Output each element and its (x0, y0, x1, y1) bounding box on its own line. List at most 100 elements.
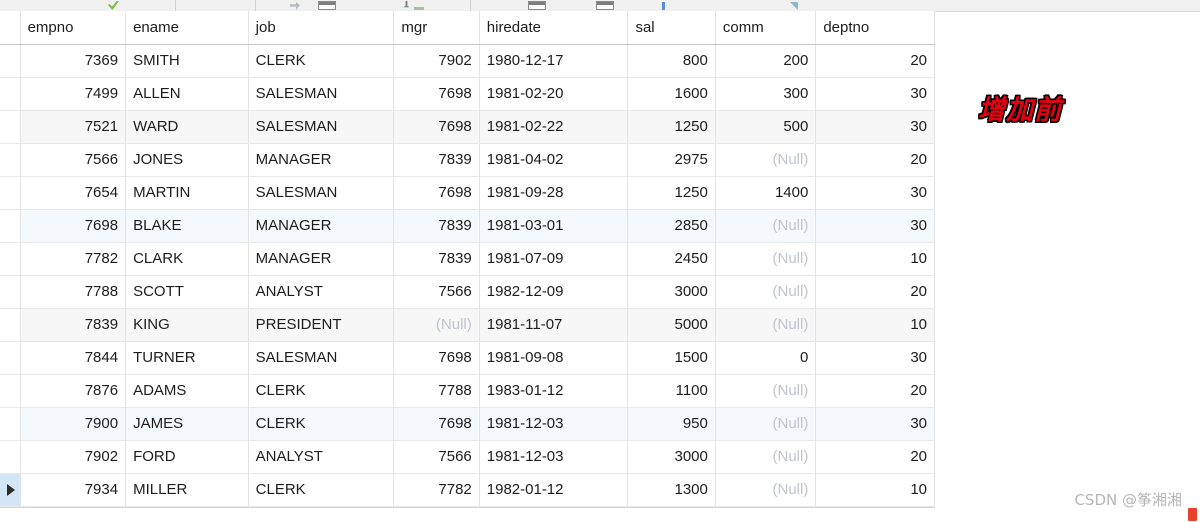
cell-job[interactable]: SALESMAN (248, 110, 395, 144)
cell-hiredate[interactable]: 1982-01-12 (479, 473, 629, 507)
cell-job[interactable]: CLERK (248, 44, 395, 78)
table-row[interactable]: 7902 FORD ANALYST 7566 1981-12-03 3000 (Null) 2… (0, 440, 935, 474)
cell-comm[interactable]: (Null) (715, 275, 817, 309)
cell-sal[interactable]: 2975 (627, 143, 716, 177)
grid-window-2-icon[interactable] (596, 1, 614, 10)
cell-hiredate[interactable]: 1981-11-07 (479, 308, 629, 342)
cell-deptno[interactable]: 30 (815, 407, 935, 441)
cell-empno[interactable]: 7788 (20, 275, 127, 309)
cell-sal[interactable]: 5000 (627, 308, 716, 342)
cell-ename[interactable]: ADAMS (125, 374, 249, 408)
cell-sal[interactable]: 3000 (627, 440, 716, 474)
cell-comm[interactable]: 500 (715, 110, 817, 144)
cell-ename[interactable]: KING (125, 308, 249, 342)
cell-hiredate[interactable]: 1983-01-12 (479, 374, 629, 408)
cell-job[interactable]: PRESIDENT (248, 308, 395, 342)
table-row[interactable]: 7900 JAMES CLERK 7698 1981-12-03 950 (Null) 30 (0, 407, 935, 441)
row-gutter-cell[interactable] (0, 440, 21, 474)
column-header-job[interactable]: job (248, 11, 395, 45)
column-header-deptno[interactable]: deptno (815, 11, 935, 45)
pin-icon[interactable] (402, 1, 411, 10)
cell-sal[interactable]: 950 (627, 407, 716, 441)
row-gutter-cell[interactable] (0, 176, 21, 210)
cell-comm[interactable]: (Null) (715, 473, 817, 507)
cell-comm[interactable]: (Null) (715, 209, 817, 243)
cell-mgr[interactable]: 7839 (393, 143, 480, 177)
cell-job[interactable]: ANALYST (248, 440, 395, 474)
table-row[interactable]: 7521 WARD SALESMAN 7698 1981-02-22 1250 500 30 (0, 110, 935, 144)
cell-job[interactable]: CLERK (248, 374, 395, 408)
cell-comm[interactable]: (Null) (715, 242, 817, 276)
cell-ename[interactable]: SMITH (125, 44, 249, 78)
cell-empno[interactable]: 7934 (20, 473, 127, 507)
cell-mgr[interactable]: 7566 (393, 440, 480, 474)
cell-empno[interactable]: 7698 (20, 209, 127, 243)
cell-deptno[interactable]: 10 (815, 308, 935, 342)
cell-deptno[interactable]: 20 (815, 374, 935, 408)
table-row[interactable]: 7698 BLAKE MANAGER 7839 1981-03-01 2850 (Null)… (0, 209, 935, 243)
row-gutter-cell[interactable] (0, 275, 21, 309)
cell-ename[interactable]: WARD (125, 110, 249, 144)
cell-hiredate[interactable]: 1981-03-01 (479, 209, 629, 243)
table-row[interactable]: 7788 SCOTT ANALYST 7566 1982-12-09 3000 (Null)… (0, 275, 935, 309)
column-header-ename[interactable]: ename (125, 11, 249, 45)
cell-deptno[interactable]: 20 (815, 44, 935, 78)
cell-sal[interactable]: 1250 (627, 110, 716, 144)
cell-empno[interactable]: 7902 (20, 440, 127, 474)
cell-sal[interactable]: 2450 (627, 242, 716, 276)
cell-mgr[interactable]: 7698 (393, 77, 480, 111)
cell-sal[interactable]: 1300 (627, 473, 716, 507)
cell-ename[interactable]: BLAKE (125, 209, 249, 243)
cell-comm[interactable]: 1400 (715, 176, 817, 210)
cell-hiredate[interactable]: 1982-12-09 (479, 275, 629, 309)
dash-icon[interactable] (414, 7, 424, 10)
column-header-comm[interactable]: comm (715, 11, 817, 45)
cell-empno[interactable]: 7654 (20, 176, 127, 210)
cell-comm[interactable]: (Null) (715, 407, 817, 441)
cell-deptno[interactable]: 10 (815, 242, 935, 276)
cell-mgr[interactable]: 7788 (393, 374, 480, 408)
cell-ename[interactable]: ALLEN (125, 77, 249, 111)
cell-empno[interactable]: 7521 (20, 110, 127, 144)
cell-mgr[interactable]: 7839 (393, 242, 480, 276)
cell-deptno[interactable]: 30 (815, 176, 935, 210)
row-gutter-cell[interactable] (0, 143, 21, 177)
cell-sal[interactable]: 1250 (627, 176, 716, 210)
checkmark-icon[interactable] (108, 1, 119, 10)
cell-hiredate[interactable]: 1981-02-22 (479, 110, 629, 144)
cell-ename[interactable]: CLARK (125, 242, 249, 276)
row-gutter-cell[interactable] (0, 473, 21, 507)
cell-mgr[interactable]: 7698 (393, 407, 480, 441)
cell-empno[interactable]: 7876 (20, 374, 127, 408)
cell-mgr[interactable]: (Null) (393, 308, 480, 342)
row-gutter-cell[interactable] (0, 44, 21, 78)
grid-body[interactable]: 7369 SMITH CLERK 7902 1980-12-17 800 200 20 7499… (0, 44, 935, 507)
cell-ename[interactable]: MILLER (125, 473, 249, 507)
cell-ename[interactable]: FORD (125, 440, 249, 474)
cell-hiredate[interactable]: 1981-09-28 (479, 176, 629, 210)
cell-ename[interactable]: JONES (125, 143, 249, 177)
table-row[interactable]: 7369 SMITH CLERK 7902 1980-12-17 800 200 20 (0, 44, 935, 78)
table-row[interactable]: 7876 ADAMS CLERK 7788 1983-01-12 1100 (Null) 20 (0, 374, 935, 408)
cell-job[interactable]: MANAGER (248, 209, 395, 243)
cell-empno[interactable]: 7900 (20, 407, 127, 441)
cell-comm[interactable]: 0 (715, 341, 817, 375)
cell-hiredate[interactable]: 1981-04-02 (479, 143, 629, 177)
cell-sal[interactable]: 1500 (627, 341, 716, 375)
cell-comm[interactable]: (Null) (715, 143, 817, 177)
window-icon[interactable] (318, 1, 336, 10)
cell-hiredate[interactable]: 1981-12-03 (479, 440, 629, 474)
cell-job[interactable]: CLERK (248, 473, 395, 507)
cell-job[interactable]: MANAGER (248, 143, 395, 177)
cell-deptno[interactable]: 20 (815, 143, 935, 177)
back-arrow-icon[interactable] (290, 2, 300, 10)
cell-sal[interactable]: 2850 (627, 209, 716, 243)
table-row[interactable]: 7934 MILLER CLERK 7782 1982-01-12 1300 (Null) 1… (0, 473, 935, 507)
cell-mgr[interactable]: 7698 (393, 176, 480, 210)
cell-ename[interactable]: MARTIN (125, 176, 249, 210)
cell-job[interactable]: CLERK (248, 407, 395, 441)
cell-comm[interactable]: 300 (715, 77, 817, 111)
cell-mgr[interactable]: 7698 (393, 341, 480, 375)
cell-deptno[interactable]: 20 (815, 275, 935, 309)
grid-window-icon[interactable] (528, 1, 546, 10)
